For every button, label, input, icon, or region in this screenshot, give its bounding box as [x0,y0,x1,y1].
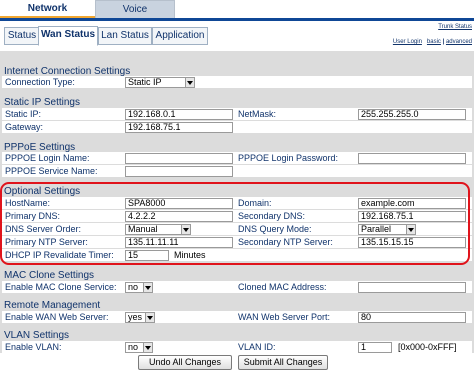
mac-clone-label: Enable MAC Clone Service: [5,282,117,292]
chevron-down-icon [143,343,152,352]
trunk-status-link[interactable]: Trunk Status [438,24,472,30]
tab-voice[interactable]: Voice [95,0,175,18]
wan-web-select[interactable]: yes [125,312,155,323]
static-ip-input[interactable]: 192.168.0.1 [125,109,233,120]
gateway-row: Gateway: 192.168.75.1 [2,121,472,133]
connection-type-value: Static IP [128,77,162,87]
tab-network[interactable]: Network [0,0,95,18]
mac-clone-row: Enable MAC Clone Service: no Cloned MAC … [2,281,472,293]
user-login-link[interactable]: User Login [393,39,422,45]
subtab-status[interactable]: Status [4,27,40,45]
sub-tab-bar: Status Wan Status Lan Status Application… [0,21,474,51]
header-links: Trunk Status User Login basic | advanced [393,24,472,45]
chevron-down-icon [145,313,154,322]
connection-type-row: Connection Type: Static IP [2,76,472,88]
chevron-down-icon [185,78,194,87]
netmask-label: NetMask: [238,109,277,119]
connection-type-label: Connection Type: [5,77,75,87]
pppoe-password-label: PPPOE Login Password: [238,153,339,163]
mac-section-title: MAC Clone Settings [4,270,95,281]
wan-web-port-label: WAN Web Server Port: [238,312,331,322]
static-ip-row: Static IP: 192.168.0.1 NetMask: 255.255.… [2,108,472,120]
subtab-lan-status[interactable]: Lan Status [98,27,152,45]
pppoe-password-input[interactable] [358,153,466,164]
connection-type-select[interactable]: Static IP [125,77,195,88]
vlan-section-title: VLAN Settings [4,330,70,341]
optional-settings-highlight [0,182,470,265]
vlan-id-input[interactable]: 1 [358,342,392,353]
netmask-input[interactable]: 255.255.255.0 [358,109,466,120]
pppoe-login-input[interactable] [125,153,233,164]
wan-web-row: Enable WAN Web Server: yes WAN Web Serve… [2,311,472,323]
static-ip-section-title: Static IP Settings [4,97,80,108]
advanced-link[interactable]: advanced [446,39,472,45]
vlan-id-label: VLAN ID: [238,342,276,352]
wan-web-label: Enable WAN Web Server: [5,312,109,322]
action-bar: Undo All Changes Submit All Changes [0,353,474,370]
settings-panel: Internet Connection Settings Connection … [0,51,474,353]
static-ip-label: Static IP: [5,109,42,119]
basic-link[interactable]: basic [427,39,441,45]
gateway-label: Gateway: [5,122,44,132]
vlan-enable-select[interactable]: no [125,342,153,353]
pppoe-login-row: PPPOE Login Name: PPPOE Login Password: [2,152,472,164]
chevron-down-icon [143,283,152,292]
pppoe-service-row: PPPOE Service Name: [2,165,472,177]
submit-all-changes-button[interactable]: Submit All Changes [238,355,328,370]
vlan-enable-label: Enable VLAN: [5,342,62,352]
vlan-enable-value: no [128,342,139,352]
mac-clone-select[interactable]: no [125,282,153,293]
wan-web-value: yes [128,312,143,322]
subtab-application[interactable]: Application [152,27,208,45]
mac-clone-value: no [128,282,139,292]
subtab-wan-status[interactable]: Wan Status [38,26,98,46]
wan-web-port-input[interactable]: 80 [358,312,466,323]
cloned-mac-input[interactable] [358,282,466,293]
link-separator: | [442,39,445,45]
pppoe-service-label: PPPOE Service Name: [5,166,98,176]
top-tab-bar: Network Voice [0,0,474,18]
vlan-row: Enable VLAN: no VLAN ID: 1 [0x000-0xFFF] [2,341,472,353]
gateway-input[interactable]: 192.168.75.1 [125,122,233,133]
pppoe-service-input[interactable] [125,166,233,177]
pppoe-login-label: PPPOE Login Name: [5,153,90,163]
remote-section-title: Remote Management [4,300,101,311]
undo-all-changes-button[interactable]: Undo All Changes [138,355,232,370]
cloned-mac-label: Cloned MAC Address: [238,282,327,292]
vlan-id-range: [0x000-0xFFF] [398,342,457,352]
